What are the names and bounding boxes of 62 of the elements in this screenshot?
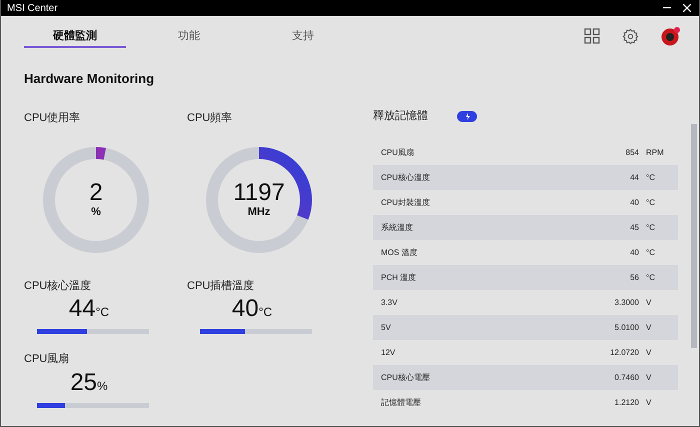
meter-value: 25 [70,370,98,394]
nav-tab[interactable]: 支持 [252,26,354,48]
scrollbar[interactable] [691,124,697,348]
sensor-name: CPU核心電壓 [381,372,431,384]
sensor-name: MOS 溫度 [381,246,418,258]
sensor-unit: V [645,372,652,384]
sensor-name: 記憶體電壓 [381,396,422,408]
sensor-unit: °C [645,196,656,208]
avatar-icon[interactable] [661,26,681,46]
gauge-label: CPU頻率 [187,110,234,126]
sensor-name: 3.3V [381,296,398,308]
meter-value: 44 [68,297,96,321]
sensor-unit: °C [645,272,656,284]
sensor-value: 40 [630,246,639,258]
sensor-value: 12.0720 [610,346,639,358]
meter-unit: % [97,380,108,392]
gauge-value: 1197 [233,181,285,205]
sensor-unit: V [645,296,652,308]
boost-button[interactable] [457,110,477,122]
window-title: MSI Center [7,2,58,16]
sensor-value: 854 [626,146,639,158]
sensor-unit: V [645,346,652,358]
meter-unit: °C [96,306,110,318]
gauge-value: 2 [89,181,103,205]
close-icon[interactable] [683,4,691,12]
meter-label: CPU風扇 [24,352,70,367]
sensor-unit: RPM [645,146,665,158]
sensor-value: 0.7460 [614,372,639,384]
minimize-icon[interactable] [663,7,671,9]
sensor-unit: V [645,396,652,408]
gauge-unit: MHz [248,207,270,218]
sensor-value: 44 [630,172,639,184]
lightning-icon [464,112,470,120]
sensor-name: 5V [381,322,392,334]
gauge-unit: % [91,207,101,218]
settings-icon[interactable] [622,28,639,44]
sensor-value: 3.3000 [614,296,639,308]
sensor-unit: °C [645,222,656,234]
sensor-value: 5.0100 [614,322,639,334]
sensor-name: PCH 溫度 [381,272,418,284]
sensor-unit: °C [645,246,656,258]
sensor-value: 40 [630,196,639,208]
sensor-name: CPU核心溫度 [381,172,431,184]
sensor-unit: °C [645,172,656,184]
nav-tab[interactable]: 功能 [138,26,240,48]
page-heading: Hardware Monitoring [24,70,156,88]
sensor-name: CPU風扇 [381,146,415,158]
grid-icon[interactable] [584,28,600,44]
sensor-value: 56 [630,272,639,284]
sensor-unit: V [645,322,652,334]
meter-label: CPU核心溫度 [24,278,92,294]
sensor-name: 12V [381,346,396,358]
meter-value: 40 [232,297,259,321]
sensor-value: 45 [630,222,639,234]
sensor-value: 1.2120 [614,396,639,408]
gauge-label: CPU使用率 [24,110,82,126]
sensor-name: 系統溫度 [381,222,414,234]
nav-tab[interactable]: 硬體監測 [24,26,126,48]
meter-unit: °C [258,306,272,318]
meter-label: CPU插槽溫度 [187,278,256,294]
free-memory-label: 釋放記憶體 [373,108,429,124]
sensor-name: CPU封裝溫度 [381,196,431,208]
